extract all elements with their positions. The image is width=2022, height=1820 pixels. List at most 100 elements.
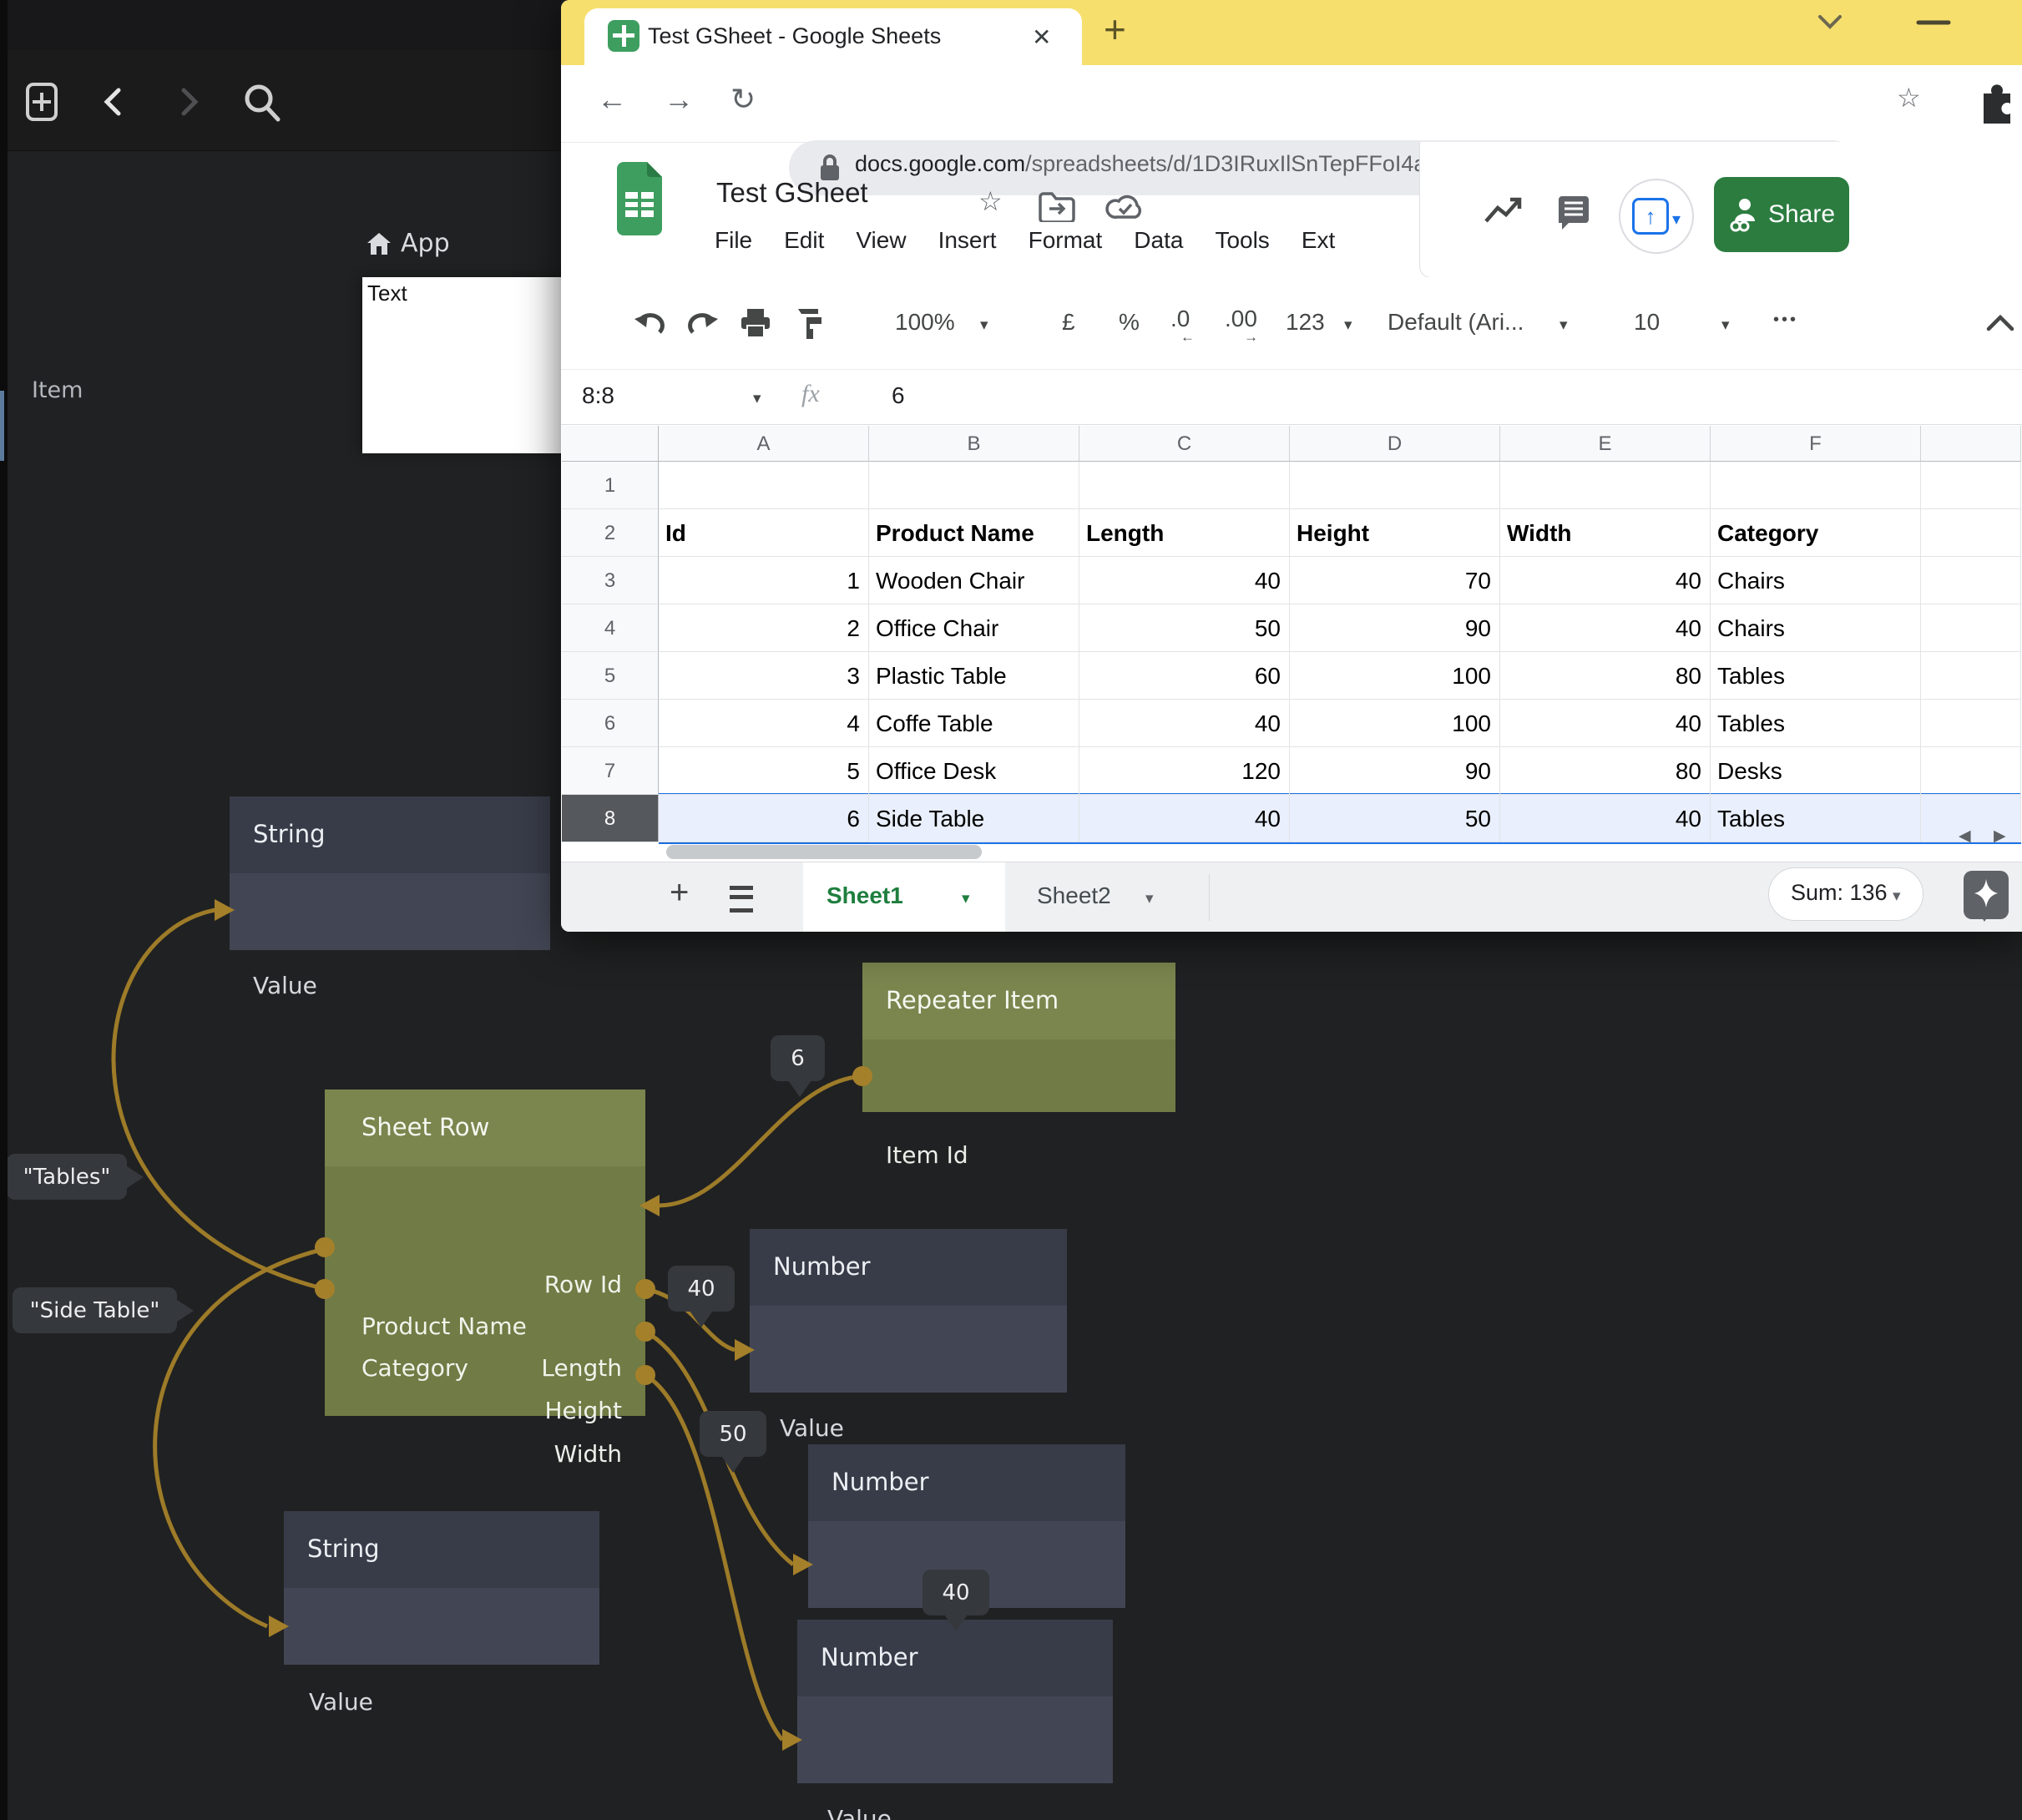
cell[interactable]	[869, 462, 1079, 509]
menu-data[interactable]: Data	[1134, 227, 1183, 260]
document-title[interactable]: Test GSheet	[716, 177, 868, 209]
row-header-2[interactable]: 2	[562, 509, 659, 557]
browser-reload-icon[interactable]: ↻	[730, 82, 756, 117]
cell[interactable]: Coffe Table	[869, 700, 1079, 747]
cell[interactable]: Category	[1711, 509, 1921, 557]
column-header-E[interactable]: E	[1500, 426, 1711, 462]
cell[interactable]: 90	[1290, 604, 1500, 652]
present-caret-icon[interactable]: ▾	[1672, 209, 1681, 230]
cell[interactable]: 50	[1290, 795, 1500, 842]
row-header-1[interactable]: 1	[562, 462, 659, 509]
cell[interactable]: 3	[659, 652, 869, 700]
cell[interactable]	[659, 462, 869, 509]
percent-format-button[interactable]: %	[1119, 309, 1140, 336]
extension-puzzle-icon[interactable]	[1975, 80, 2017, 125]
cell[interactable]: Plastic Table	[869, 652, 1079, 700]
port-category[interactable]: Category	[361, 1354, 468, 1382]
cell[interactable]	[1921, 795, 2021, 842]
browser-tab[interactable]: Test GSheet - Google Sheets ✕	[584, 8, 1082, 65]
cell[interactable]: 40	[1500, 795, 1711, 842]
cell[interactable]: 80	[1500, 747, 1711, 795]
scroll-right-icon[interactable]: ▶	[1994, 827, 2006, 846]
cell[interactable]: 50	[1079, 604, 1290, 652]
cell[interactable]	[1921, 557, 2021, 604]
port-height[interactable]: Height	[544, 1397, 622, 1424]
print-icon[interactable]	[740, 307, 771, 339]
column-header-partial[interactable]	[1921, 426, 2021, 462]
cell[interactable]	[1500, 462, 1711, 509]
row-header-6[interactable]: 6	[562, 700, 659, 747]
cell[interactable]: 60	[1079, 652, 1290, 700]
comment-icon[interactable]	[1555, 195, 1592, 231]
add-sheet-button[interactable]: +	[670, 874, 689, 912]
cell[interactable]: 80	[1500, 652, 1711, 700]
menu-file[interactable]: File	[715, 227, 752, 260]
cell[interactable]	[1921, 747, 2021, 795]
node-repeater-item[interactable]: Repeater Item Item Id	[862, 963, 1175, 1112]
port-value[interactable]: Value	[309, 1688, 373, 1716]
port-length[interactable]: Length	[541, 1354, 622, 1382]
window-expand-icon[interactable]	[1813, 12, 1847, 33]
cell[interactable]: 40	[1079, 557, 1290, 604]
item-label[interactable]: Item	[32, 377, 83, 403]
formula-input[interactable]: 6	[892, 382, 905, 409]
scroll-left-icon[interactable]: ◀	[1959, 827, 1971, 846]
cell[interactable]: 6	[659, 795, 869, 842]
cell[interactable]: 2	[659, 604, 869, 652]
cell[interactable]: 100	[1290, 700, 1500, 747]
font-select[interactable]: Default (Ari...	[1388, 309, 1544, 336]
component-app[interactable]: App	[366, 229, 450, 258]
all-sheets-icon[interactable]	[730, 886, 753, 913]
cell[interactable]: 90	[1290, 747, 1500, 795]
grid-corner[interactable]	[562, 426, 659, 462]
search-icon[interactable]	[242, 82, 284, 124]
more-formats-button[interactable]: 123	[1286, 309, 1325, 336]
new-tab-button[interactable]: +	[1104, 7, 1126, 52]
cell[interactable]	[1921, 652, 2021, 700]
node-string-bottom[interactable]: String Value	[284, 1511, 599, 1665]
cell[interactable]: Height	[1290, 509, 1500, 557]
cell[interactable]: Desks	[1711, 747, 1921, 795]
cell[interactable]: 4	[659, 700, 869, 747]
cell[interactable]: Office Desk	[869, 747, 1079, 795]
star-document-icon[interactable]: ☆	[978, 185, 1003, 217]
cell[interactable]	[1921, 509, 2021, 557]
collapse-toolbar-icon[interactable]	[1985, 312, 2015, 332]
node-string-top[interactable]: String Value	[230, 796, 550, 950]
sheet-tab-sheet2[interactable]: Sheet2	[1037, 882, 1111, 909]
port-value[interactable]: Value	[780, 1414, 844, 1442]
back-icon[interactable]	[102, 87, 124, 117]
row-header-7[interactable]: 7	[562, 747, 659, 795]
column-header-F[interactable]: F	[1711, 426, 1921, 462]
app-preview[interactable]: Text	[362, 277, 568, 453]
currency-format-button[interactable]: £	[1062, 309, 1075, 336]
column-header-A[interactable]: A	[659, 426, 869, 462]
port-value[interactable]: Value	[253, 972, 317, 999]
node-number-length[interactable]: Number Value	[750, 1229, 1067, 1393]
zoom-caret-icon[interactable]: ▾	[980, 316, 988, 335]
row-header-8[interactable]: 8	[562, 795, 659, 842]
cell[interactable]: 5	[659, 747, 869, 795]
present-button[interactable]: ↑ ▾	[1619, 179, 1694, 254]
explore-button[interactable]	[1964, 871, 2009, 919]
sheet-tab-sheet1[interactable]: Sheet1 ▾	[803, 862, 1005, 932]
cell[interactable]: Length	[1079, 509, 1290, 557]
row-header-5[interactable]: 5	[562, 652, 659, 700]
menu-ext[interactable]: Ext	[1302, 227, 1335, 260]
insights-icon[interactable]	[1483, 195, 1524, 228]
cell[interactable]: 40	[1079, 795, 1290, 842]
row-header-3[interactable]: 3	[562, 557, 659, 604]
port-row-id[interactable]: Row Id	[544, 1271, 622, 1298]
cell[interactable]: 40	[1079, 700, 1290, 747]
move-folder-icon[interactable]	[1039, 192, 1075, 222]
column-header-D[interactable]: D	[1290, 426, 1500, 462]
cell[interactable]: 40	[1500, 700, 1711, 747]
menu-view[interactable]: View	[856, 227, 906, 260]
redo-icon[interactable]	[686, 311, 720, 337]
cell[interactable]: Tables	[1711, 795, 1921, 842]
cell[interactable]: 70	[1290, 557, 1500, 604]
column-header-C[interactable]: C	[1079, 426, 1290, 462]
cell[interactable]	[1711, 462, 1921, 509]
window-minimize-icon[interactable]	[1915, 18, 1952, 27]
sheet1-caret-icon[interactable]: ▾	[962, 889, 970, 908]
